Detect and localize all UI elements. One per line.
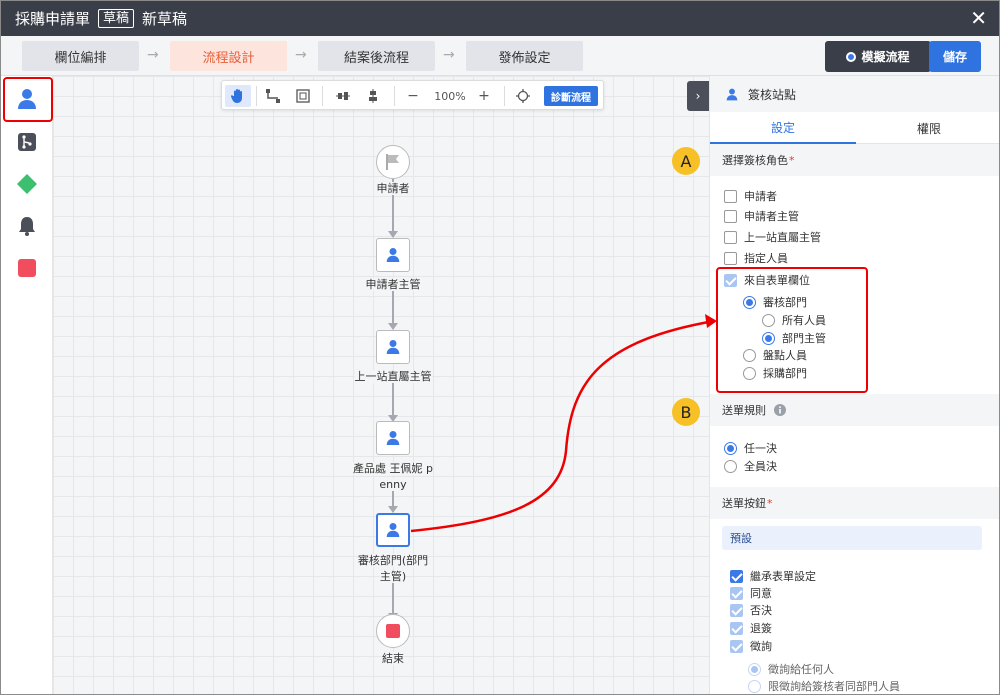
app-window: 採購申請單 草稿 新草稿 ✕ 欄位編排 → 流程設計 → 結案後流程 → 發佈設… <box>0 0 1000 695</box>
annotation-arrow <box>410 314 717 533</box>
